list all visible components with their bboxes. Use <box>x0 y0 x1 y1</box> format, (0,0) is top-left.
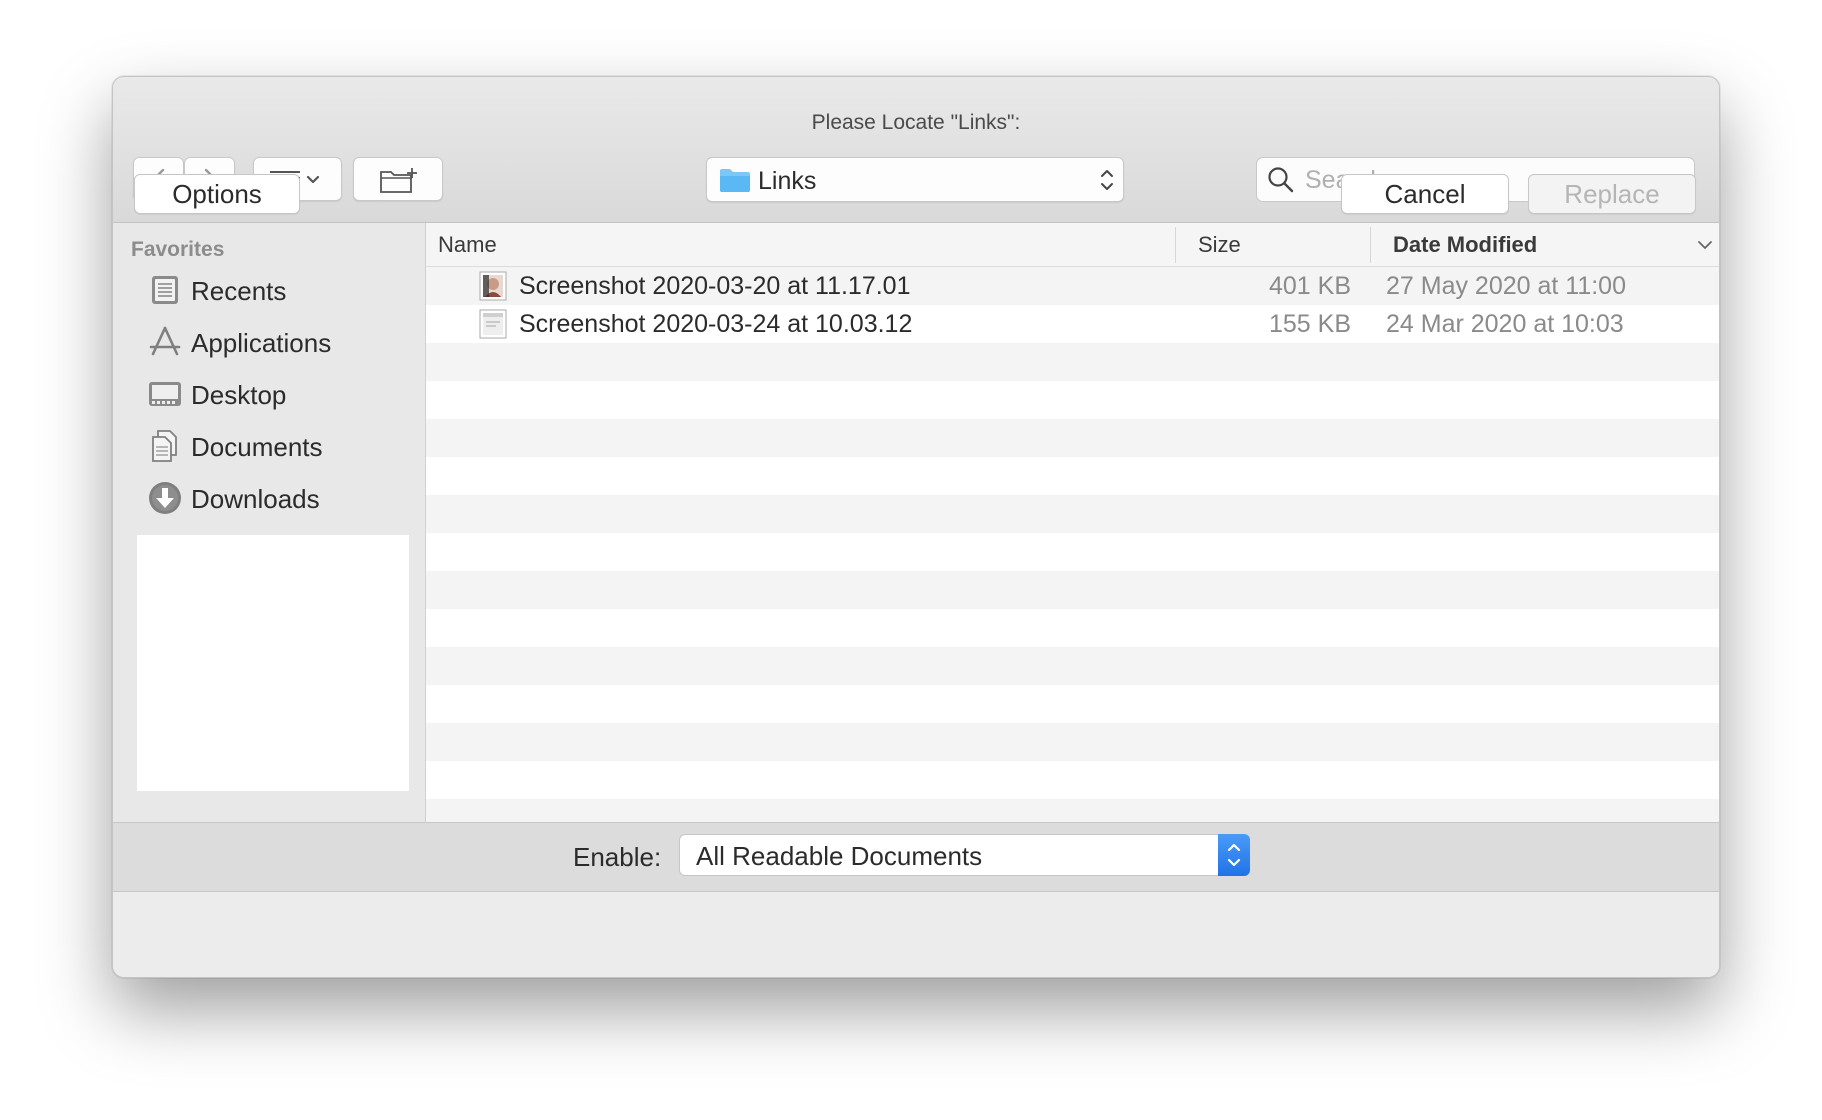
documents-icon <box>152 430 177 462</box>
file-list: Name Size Date Modified Screenshot 2020-… <box>426 223 1719 822</box>
sort-descending-icon <box>1698 241 1712 249</box>
enable-label: Enable: <box>573 842 662 872</box>
image-file-icon <box>479 309 507 339</box>
desktop-icon <box>149 382 181 406</box>
dialog-footer <box>113 892 1719 977</box>
file-date: 24 Mar 2020 at 10:03 <box>1386 310 1624 338</box>
location-popup[interactable]: Links <box>706 157 1124 202</box>
new-folder-button[interactable] <box>353 157 443 201</box>
column-name[interactable]: Name <box>438 232 497 258</box>
empty-row <box>426 685 1719 723</box>
empty-row <box>426 457 1719 495</box>
replace-button[interactable]: Replace <box>1528 174 1696 214</box>
empty-row <box>426 533 1719 571</box>
file-name: Screenshot 2020-03-20 at 11.17.01 <box>519 272 911 300</box>
sidebar-item-applications[interactable]: Applications <box>148 321 408 365</box>
sidebar-item-label: Applications <box>191 328 332 358</box>
location-label: Links <box>758 167 817 195</box>
empty-row <box>426 571 1719 609</box>
select-arrows <box>1218 834 1250 876</box>
file-size: 155 KB <box>1268 310 1351 338</box>
column-header: Name Size Date Modified <box>426 223 1719 267</box>
file-dialog: Please Locate "Links": Links Search Favo… <box>112 76 1720 978</box>
sidebar-item-downloads[interactable]: Downloads <box>148 477 408 521</box>
column-divider <box>1370 227 1371 263</box>
sidebar-item-label: Recents <box>191 276 287 306</box>
table-row[interactable]: Screenshot 2020-03-24 at 10.03.12 155 KB… <box>426 305 1719 343</box>
new-folder-icon <box>380 168 417 193</box>
cancel-button[interactable]: Cancel <box>1341 174 1509 214</box>
enable-select[interactable]: All Readable Documents <box>679 834 1250 876</box>
file-name: Screenshot 2020-03-24 at 10.03.12 <box>519 310 913 338</box>
table-row[interactable]: Screenshot 2020-03-20 at 11.17.01 401 KB… <box>426 267 1719 305</box>
options-button[interactable]: Options <box>134 174 300 214</box>
sidebar-item-label: Downloads <box>191 484 320 514</box>
empty-row <box>426 343 1719 381</box>
column-date-modified[interactable]: Date Modified <box>1393 232 1537 258</box>
image-file-icon <box>479 271 507 301</box>
empty-row <box>426 609 1719 647</box>
file-rows: Screenshot 2020-03-20 at 11.17.01 401 KB… <box>426 267 1719 822</box>
sidebar-heading-favorites: Favorites <box>131 238 225 261</box>
sidebar-item-documents[interactable]: Documents <box>148 425 408 469</box>
sidebar-item-label: Desktop <box>191 380 287 410</box>
dialog-title: Please Locate "Links": <box>811 111 1021 134</box>
empty-row <box>426 647 1719 685</box>
search-icon <box>1268 167 1294 193</box>
column-size[interactable]: Size <box>1198 232 1241 258</box>
enable-bar: Enable: All Readable Documents <box>113 822 1719 892</box>
empty-row <box>426 495 1719 533</box>
downloads-icon <box>149 482 181 514</box>
empty-row <box>426 799 1719 822</box>
sidebar-item-desktop[interactable]: Desktop <box>148 373 408 417</box>
empty-row <box>426 761 1719 799</box>
empty-row <box>426 419 1719 457</box>
up-down-chevron-icon <box>1101 170 1113 190</box>
sidebar-item-label: Documents <box>191 432 323 462</box>
file-size: 401 KB <box>1268 272 1351 300</box>
empty-row <box>426 381 1719 419</box>
file-date: 27 May 2020 at 11:00 <box>1386 272 1626 300</box>
sidebar: Favorites Recents Applications Desktop D… <box>113 223 426 822</box>
clock-icon <box>152 276 178 304</box>
folder-icon <box>720 169 750 192</box>
sidebar-empty-area <box>137 535 409 791</box>
column-divider <box>1175 227 1176 263</box>
up-down-chevron-icon <box>1227 843 1241 867</box>
empty-row <box>426 723 1719 761</box>
enable-select-value: All Readable Documents <box>696 841 983 871</box>
sidebar-item-recents[interactable]: Recents <box>148 269 408 313</box>
applications-icon <box>149 326 181 356</box>
